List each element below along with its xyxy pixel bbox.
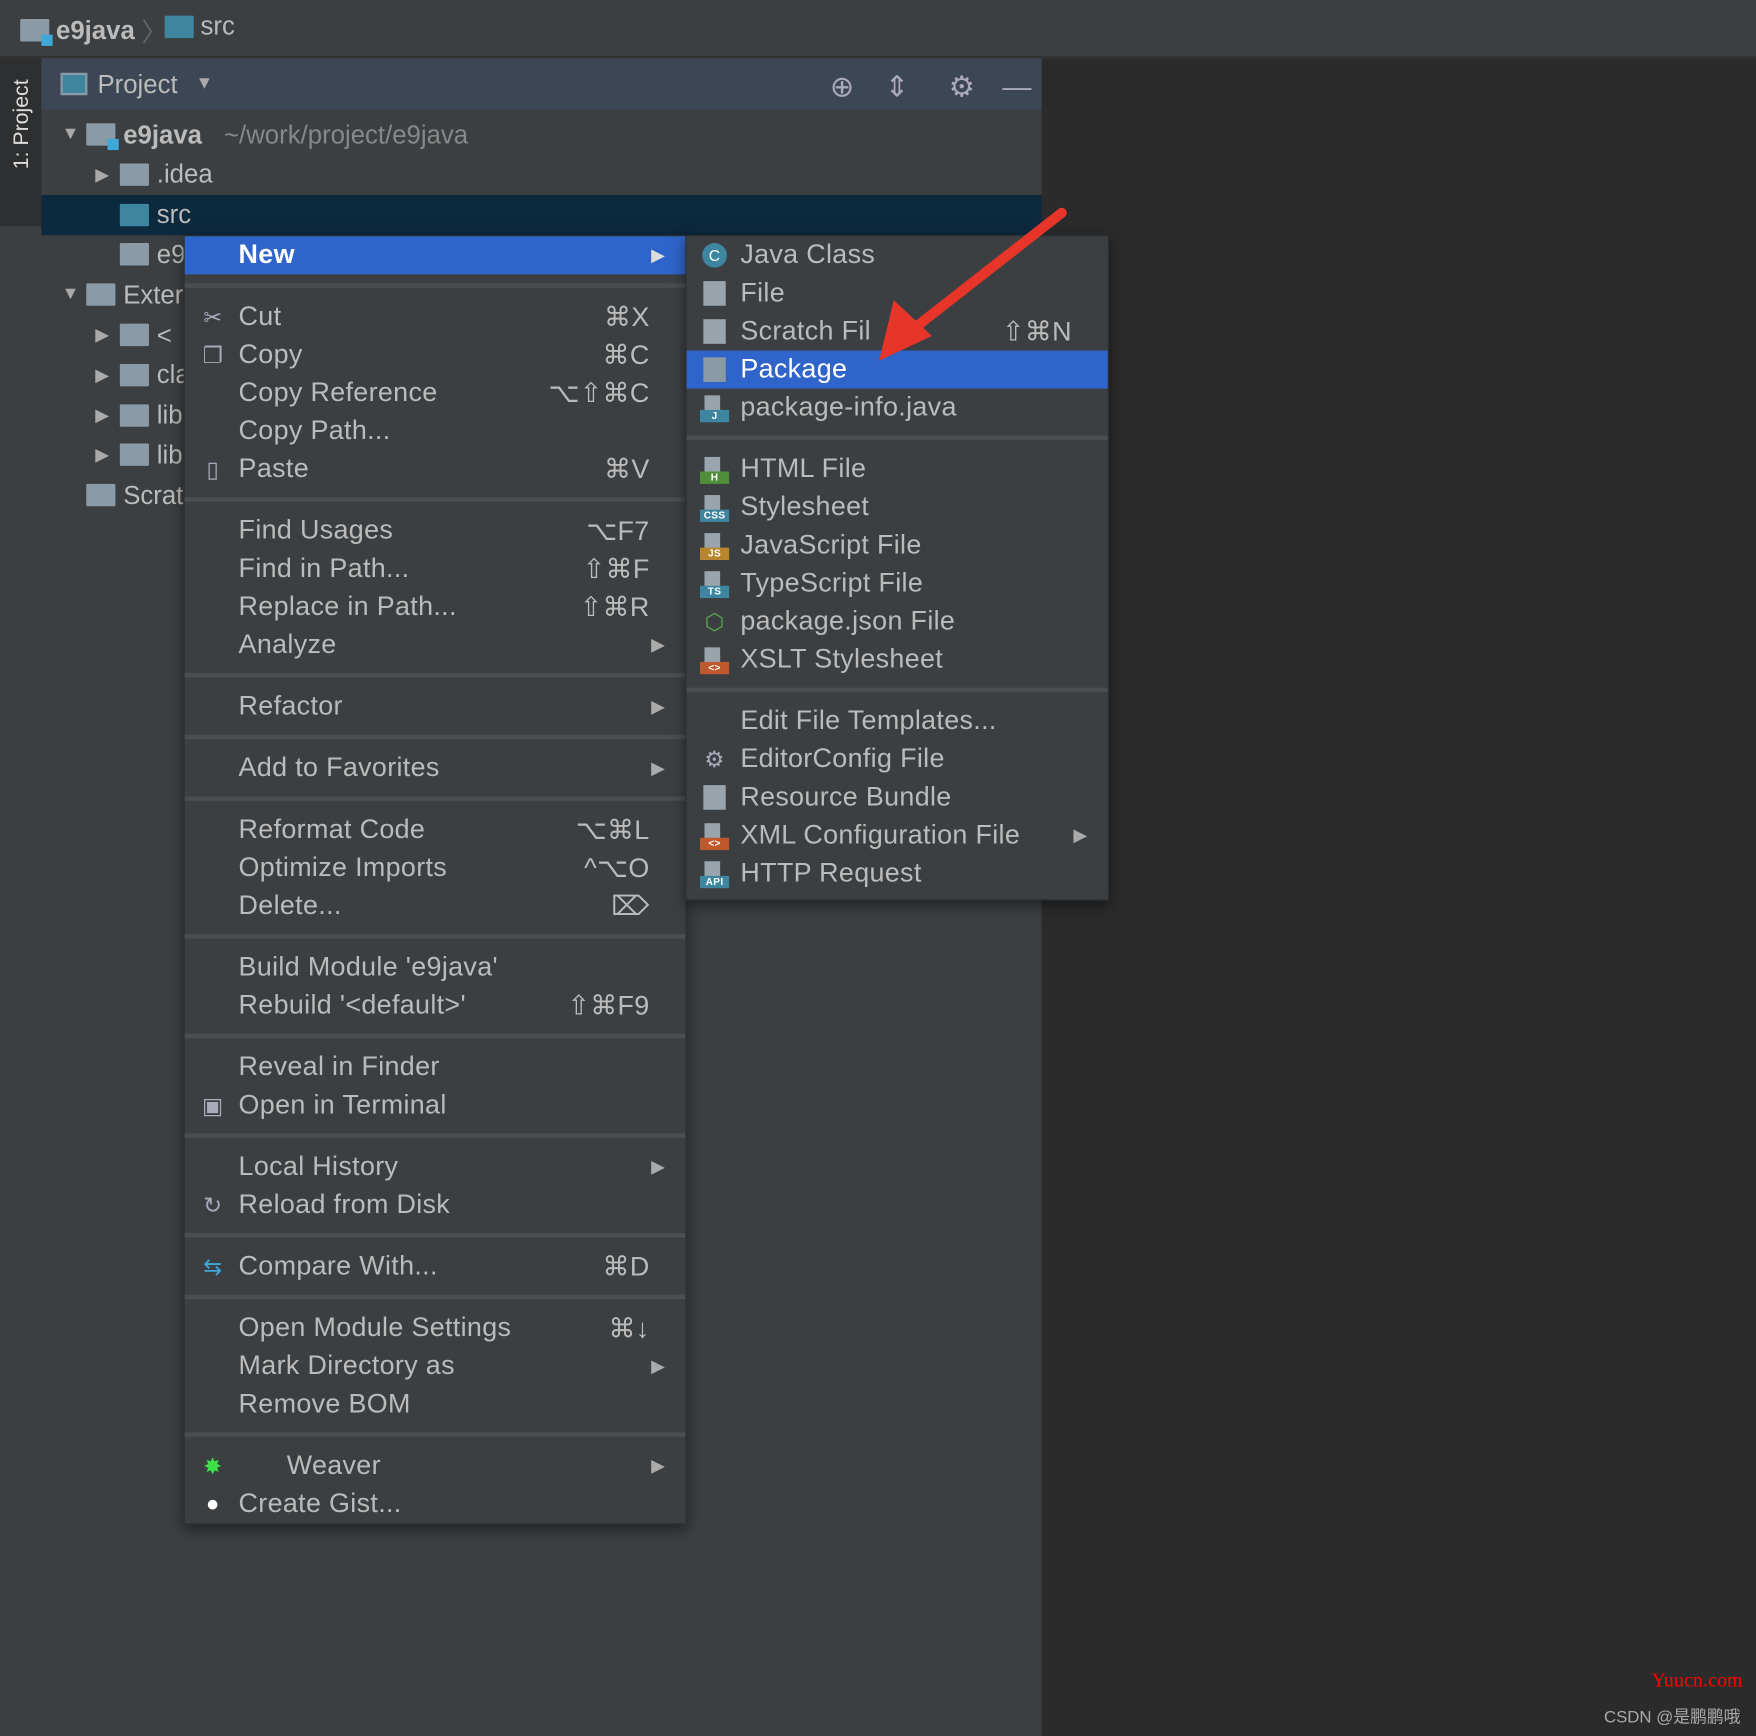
arrow-shaft (902, 207, 1067, 339)
watermark: Yuucn.com (1651, 1668, 1743, 1692)
ide-window: e9java 〉 src 1: Project Project ▼ ⊕ ⇕ ⚙ —… (0, 0, 1756, 1736)
watermark: CSDN @是鹏鹏哦 (1603, 1708, 1741, 1728)
annotation-arrow (879, 207, 1067, 361)
arrow-head (879, 300, 932, 361)
